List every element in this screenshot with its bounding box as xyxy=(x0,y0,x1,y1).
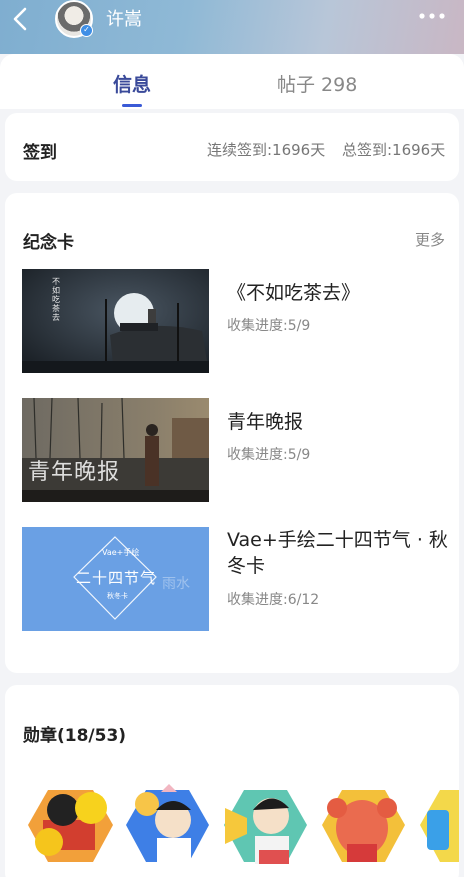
memorial-card-thumbnail: Vae+手绘 二十四节气 秋冬卡 雨水 xyxy=(22,527,209,631)
medal-balloon-boy-icon[interactable] xyxy=(121,780,211,870)
tab-posts[interactable]: 帖子 298 xyxy=(277,70,357,97)
v-badge-icon: ✓ xyxy=(80,24,93,37)
back-button[interactable] xyxy=(10,6,32,32)
medal-lemon-icon[interactable] xyxy=(23,780,113,870)
memorial-card-progress: 收集进度:5/9 xyxy=(227,318,311,334)
checkin-streak: 连续签到:1696天 xyxy=(207,141,326,159)
profile-header: ✓ 许嵩 xyxy=(0,0,464,54)
more-button[interactable] xyxy=(418,4,446,24)
thumbnail-caption-sub: 秋冬卡 xyxy=(107,592,128,600)
checkin-card: 签到 连续签到:1696天 总签到:1696天 xyxy=(5,113,459,181)
section-title: 勋章(18/53) xyxy=(23,726,127,746)
active-tab-indicator xyxy=(122,104,142,107)
more-dots-icon xyxy=(419,13,445,19)
memorial-card-section: 纪念卡 更多 不如吃茶去 《不如吃茶去》 收集进度:5/9 青年晚报 青年晚报 … xyxy=(5,193,459,673)
checkin-total: 总签到:1696天 xyxy=(342,141,446,159)
memorial-card-item[interactable]: Vae+手绘 二十四节气 秋冬卡 雨水 Vae+手绘二十四节气 · 秋冬卡 收集… xyxy=(22,527,448,631)
more-link[interactable]: 更多 xyxy=(415,229,445,250)
memorial-card-progress: 收集进度:6/12 xyxy=(227,592,320,608)
memorial-card-name: 《不如吃茶去》 xyxy=(227,282,361,304)
thumbnail-caption-main: 二十四节气 xyxy=(76,569,157,587)
memorial-card-name: Vae+手绘二十四节气 · 秋冬卡 xyxy=(227,529,448,577)
section-title: 纪念卡 xyxy=(23,233,74,253)
chevron-left-icon xyxy=(13,7,27,31)
tab-info[interactable]: 信息 xyxy=(113,70,151,97)
medal-muscle-icon[interactable] xyxy=(317,780,407,870)
tab-bar: 信息 帖子 298 xyxy=(0,54,464,109)
medal-megaphone-boy-icon[interactable] xyxy=(219,780,309,870)
memorial-card-item[interactable]: 不如吃茶去 《不如吃茶去》 收集进度:5/9 xyxy=(22,269,442,373)
thumbnail-caption: 青年晚报 xyxy=(28,460,121,485)
username: 许嵩 xyxy=(106,9,142,30)
memorial-card-item[interactable]: 青年晚报 青年晚报 收集进度:5/9 xyxy=(22,398,442,502)
memorial-card-name: 青年晚报 xyxy=(227,411,304,433)
checkin-title: 签到 xyxy=(23,143,57,163)
memorial-card-progress: 收集进度:5/9 xyxy=(227,447,311,463)
thumbnail-caption-right: 雨水 xyxy=(162,576,190,592)
thumbnail-caption-brand: Vae+手绘 xyxy=(102,548,140,557)
medal-blue-partial-icon[interactable] xyxy=(415,780,459,870)
medals-section: 勋章(18/53) xyxy=(5,685,459,877)
memorial-card-thumbnail: 不如吃茶去 xyxy=(22,269,209,373)
memorial-card-thumbnail: 青年晚报 xyxy=(22,398,209,502)
thumbnail-caption: 不如吃茶去 xyxy=(52,277,60,322)
